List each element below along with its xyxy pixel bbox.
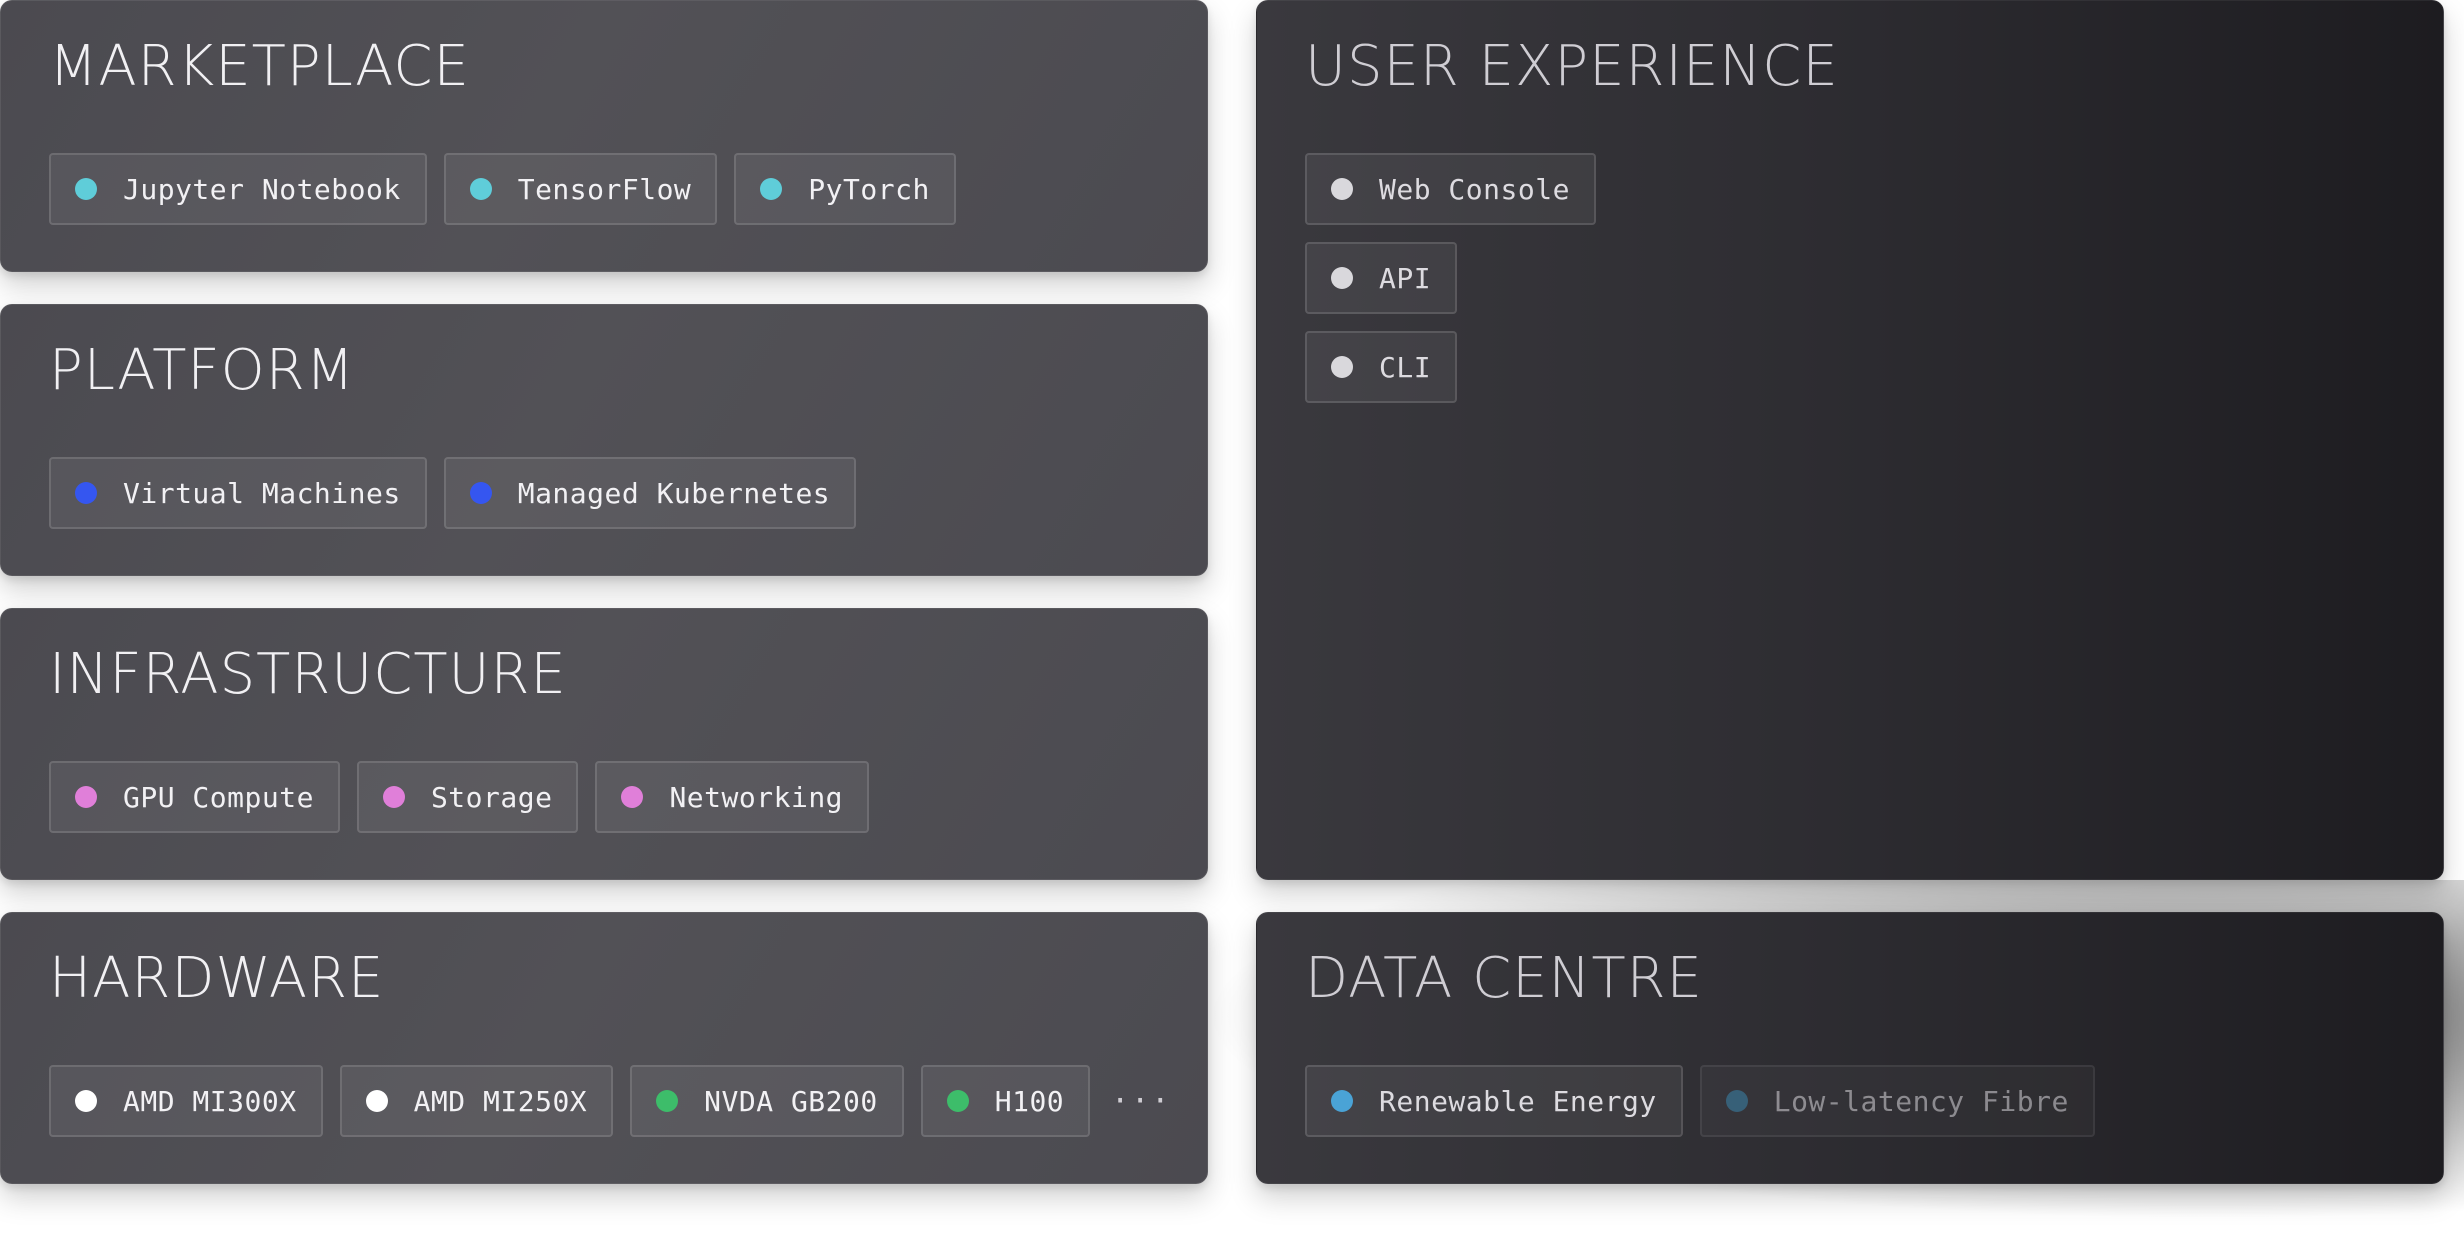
chip-list-user-experience: Web Console API CLI bbox=[1305, 153, 1596, 403]
chip-pytorch[interactable]: PyTorch bbox=[734, 153, 956, 225]
status-dot-icon bbox=[621, 786, 644, 808]
chip-amd-mi250x[interactable]: AMD MI250X bbox=[339, 1065, 614, 1137]
chip-list-hardware: AMD MI300X AMD MI250X NVDA GB200 H100 ··… bbox=[49, 1065, 1171, 1137]
chip-label: H100 bbox=[994, 1084, 1065, 1118]
chip-api[interactable]: API bbox=[1305, 242, 1458, 314]
chip-h100[interactable]: H100 bbox=[920, 1065, 1091, 1137]
chip-label: TensorFlow bbox=[517, 172, 692, 206]
panel-marketplace: MARKETPLACE Jupyter Notebook TensorFlow … bbox=[0, 0, 1208, 272]
chip-list-marketplace: Jupyter Notebook TensorFlow PyTorch bbox=[49, 153, 956, 225]
status-dot-icon bbox=[75, 786, 97, 808]
chip-networking[interactable]: Networking bbox=[595, 761, 870, 833]
chip-low-latency-fibre[interactable]: Low-latency Fibre bbox=[1699, 1065, 2095, 1137]
panel-platform: PLATFORM Virtual Machines Managed Kubern… bbox=[0, 304, 1208, 576]
panel-title-platform: PLATFORM bbox=[49, 338, 355, 403]
status-dot-icon bbox=[469, 178, 492, 200]
status-dot-icon bbox=[75, 482, 97, 504]
chip-label: Web Console bbox=[1379, 172, 1570, 206]
status-dot-icon bbox=[946, 1090, 969, 1112]
chip-label: Networking bbox=[669, 780, 844, 814]
stack-diagram: MARKETPLACE Jupyter Notebook TensorFlow … bbox=[0, 0, 2464, 1258]
panel-title-infrastructure: INFRASTRUCTURE bbox=[49, 642, 567, 707]
chip-label: CLI bbox=[1379, 350, 1432, 384]
panel-hardware: HARDWARE AMD MI300X AMD MI250X NVDA GB20… bbox=[0, 912, 1208, 1184]
chip-amd-mi300x[interactable]: AMD MI300X bbox=[49, 1065, 323, 1137]
chip-label: Low-latency Fibre bbox=[1773, 1084, 2069, 1118]
panel-title-hardware: HARDWARE bbox=[49, 946, 385, 1011]
chip-label: Storage bbox=[430, 780, 553, 814]
status-dot-icon bbox=[1331, 178, 1353, 200]
chip-label: Virtual Machines bbox=[123, 476, 401, 510]
chip-label: Jupyter Notebook bbox=[123, 172, 401, 206]
chip-label: NVDA GB200 bbox=[704, 1084, 878, 1118]
chip-list-data-centre: Renewable Energy Low-latency Fibre bbox=[1305, 1065, 2095, 1137]
panel-data-centre: DATA CENTRE Renewable Energy Low-latency… bbox=[1256, 912, 2444, 1184]
status-dot-icon bbox=[469, 482, 492, 504]
panel-infrastructure: INFRASTRUCTURE GPU Compute Storage Netwo… bbox=[0, 608, 1208, 880]
panel-user-experience: USER EXPERIENCE Web Console API CLI bbox=[1256, 0, 2444, 880]
chip-list-platform: Virtual Machines Managed Kubernetes bbox=[49, 457, 857, 529]
chip-nvda-gb200[interactable]: NVDA GB200 bbox=[630, 1065, 904, 1137]
chip-label: PyTorch bbox=[808, 172, 930, 206]
chip-label: Renewable Energy bbox=[1379, 1084, 1657, 1118]
chip-web-console[interactable]: Web Console bbox=[1305, 153, 1596, 225]
chip-jupyter-notebook[interactable]: Jupyter Notebook bbox=[49, 153, 427, 225]
status-dot-icon bbox=[1331, 356, 1353, 378]
chip-managed-kubernetes[interactable]: Managed Kubernetes bbox=[443, 457, 857, 529]
status-dot-icon bbox=[1725, 1090, 1748, 1112]
status-dot-icon bbox=[75, 178, 97, 200]
chip-gpu-compute[interactable]: GPU Compute bbox=[49, 761, 340, 833]
status-dot-icon bbox=[760, 178, 783, 200]
chip-virtual-machines[interactable]: Virtual Machines bbox=[49, 457, 427, 529]
panel-title-data-centre: DATA CENTRE bbox=[1305, 946, 1703, 1011]
status-dot-icon bbox=[75, 1090, 97, 1112]
chip-tensorflow[interactable]: TensorFlow bbox=[443, 153, 718, 225]
more-options-icon[interactable]: ··· bbox=[1111, 1065, 1171, 1137]
panel-title-marketplace: MARKETPLACE bbox=[49, 34, 470, 99]
chip-label: API bbox=[1379, 261, 1432, 295]
chip-list-infrastructure: GPU Compute Storage Networking bbox=[49, 761, 870, 833]
chip-renewable-energy[interactable]: Renewable Energy bbox=[1305, 1065, 1683, 1137]
chip-label: AMD MI250X bbox=[413, 1084, 588, 1118]
status-dot-icon bbox=[382, 786, 405, 808]
chip-storage[interactable]: Storage bbox=[356, 761, 579, 833]
status-dot-icon bbox=[656, 1090, 679, 1112]
chip-label: AMD MI300X bbox=[123, 1084, 297, 1118]
chip-label: Managed Kubernetes bbox=[517, 476, 831, 510]
chip-label: GPU Compute bbox=[123, 780, 314, 814]
status-dot-icon bbox=[1331, 1090, 1353, 1112]
status-dot-icon bbox=[365, 1090, 388, 1112]
panel-title-user-experience: USER EXPERIENCE bbox=[1305, 34, 1839, 99]
status-dot-icon bbox=[1331, 267, 1353, 289]
chip-cli[interactable]: CLI bbox=[1305, 331, 1458, 403]
